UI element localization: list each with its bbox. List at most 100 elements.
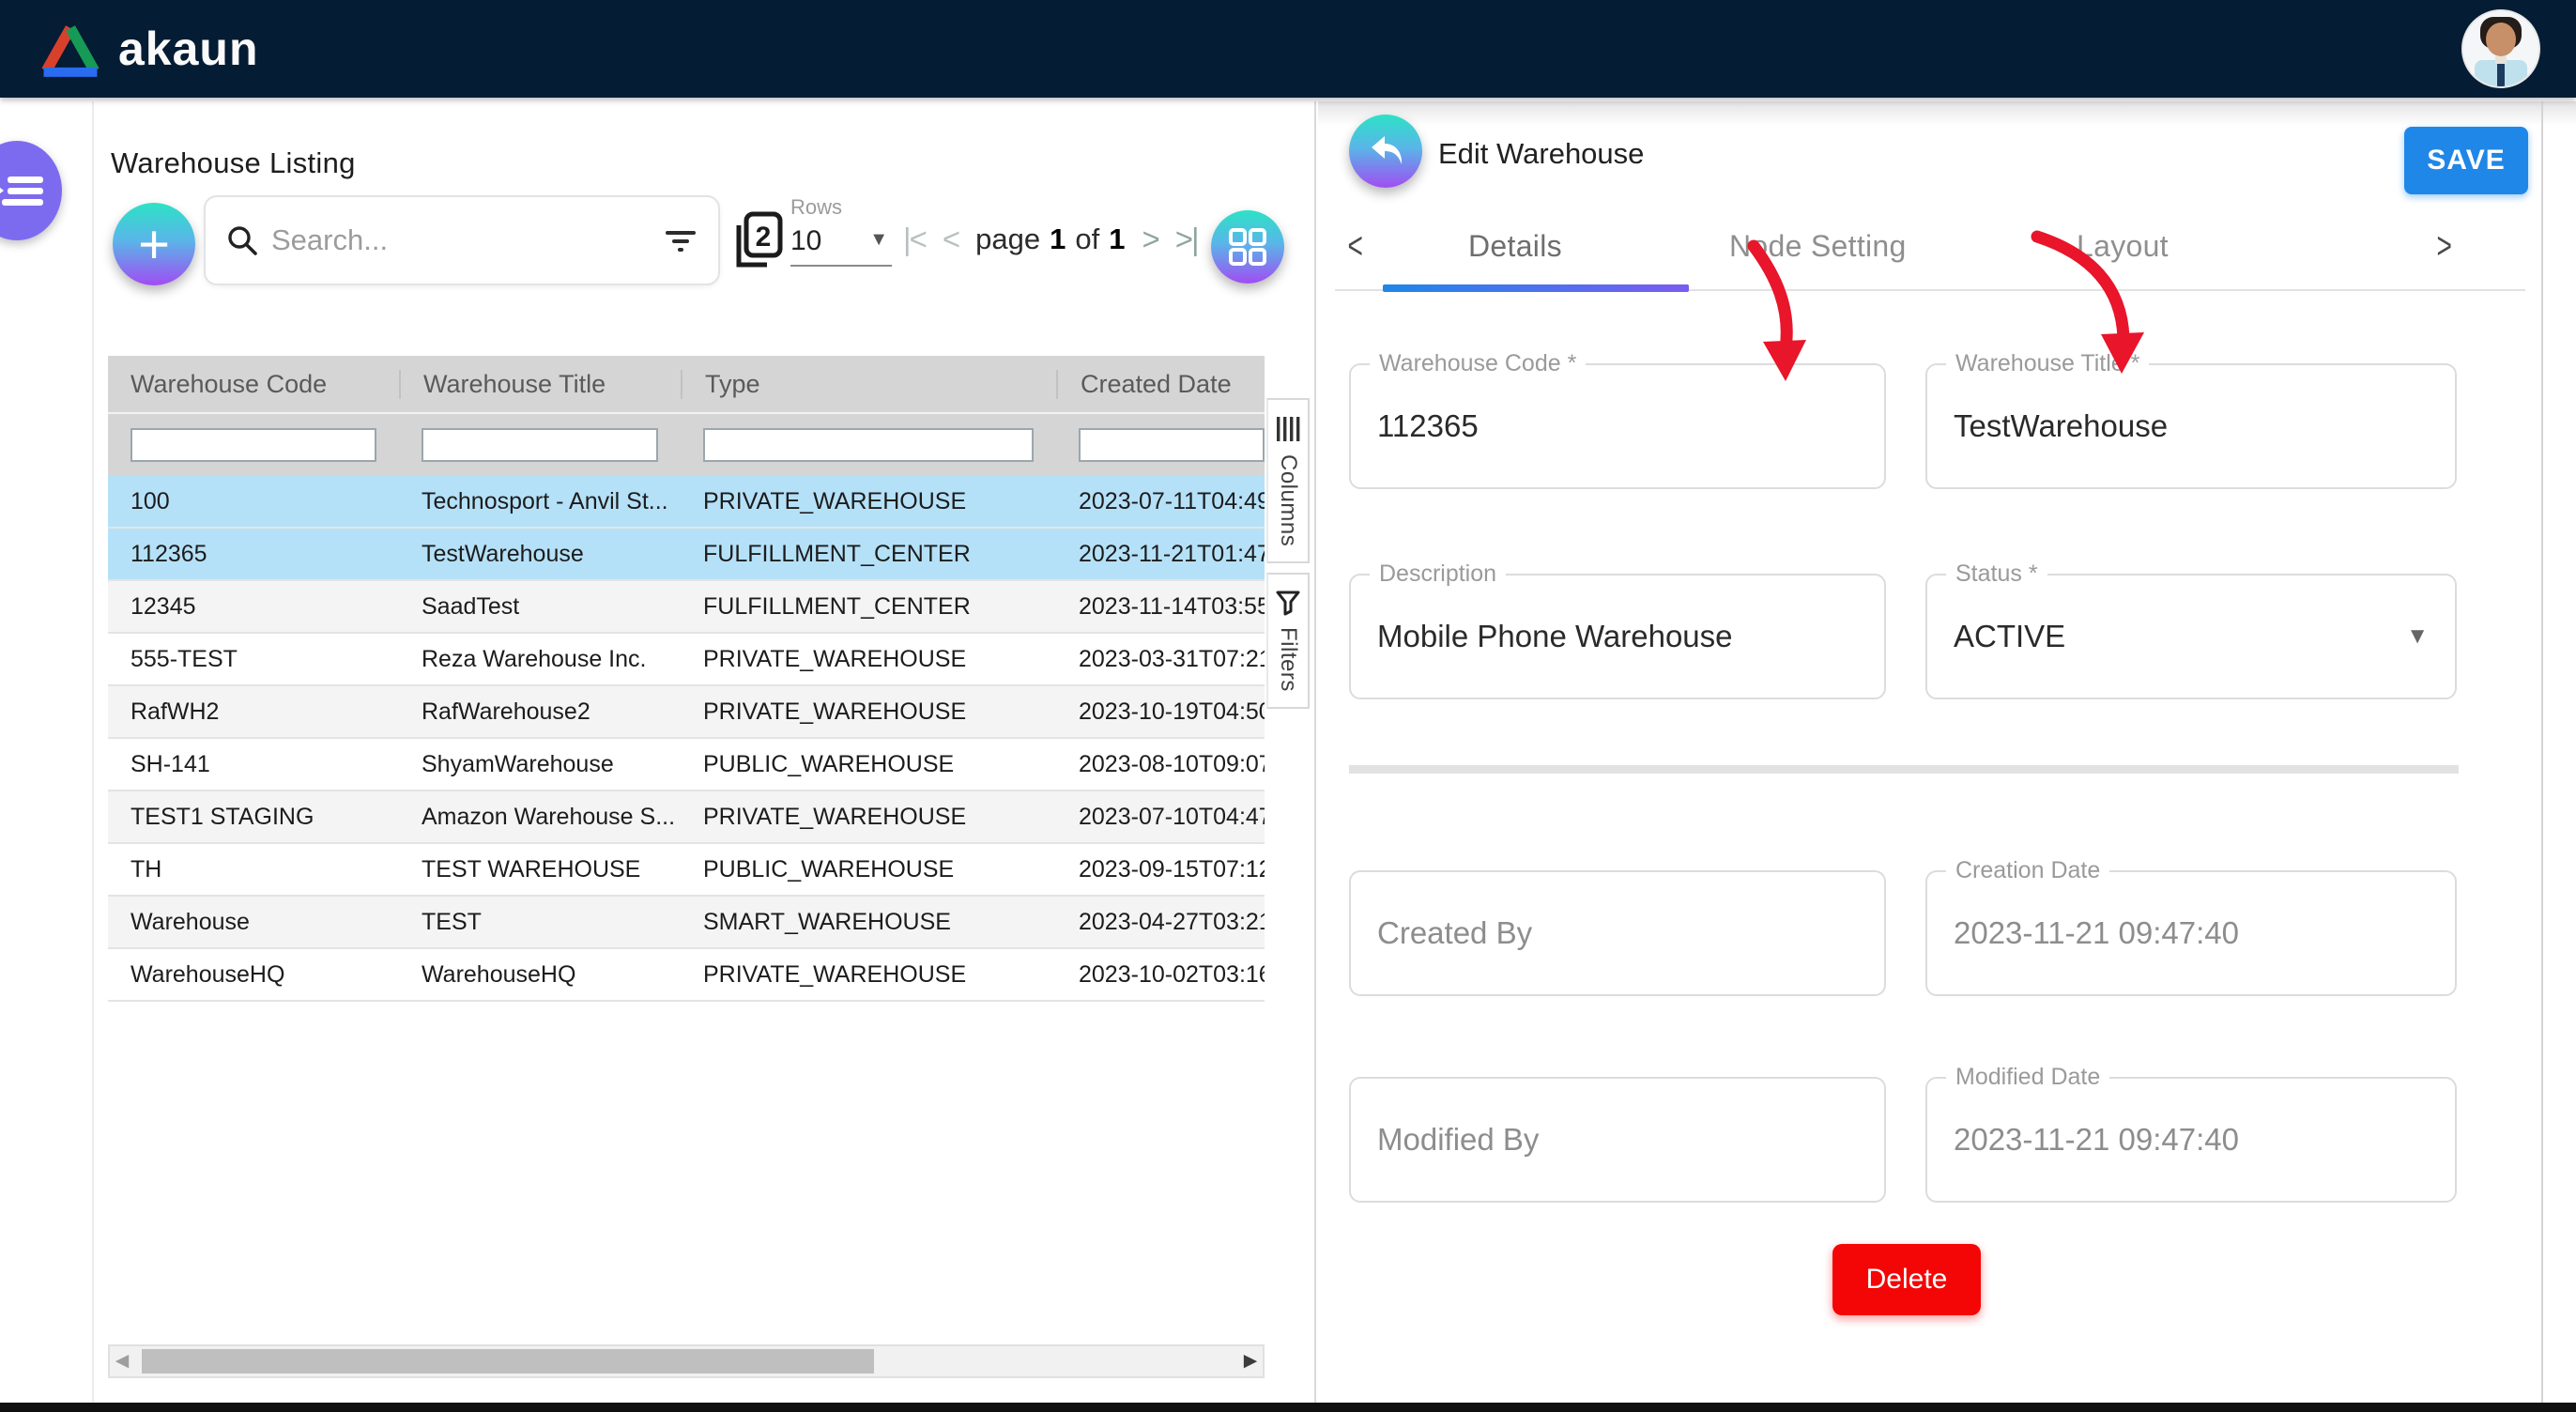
status-value: ACTIVE (1954, 619, 2065, 654)
status-select[interactable]: Status * ACTIVE ▼ (1925, 574, 2457, 699)
table-row[interactable]: 12345SaadTestFULFILLMENT_CENTER2023-11-1… (108, 581, 1265, 634)
sidebar-toggle-button[interactable] (0, 141, 62, 240)
filter-input-warehouse-code[interactable] (130, 428, 376, 462)
funnel-icon (1275, 590, 1301, 616)
description-field[interactable]: Description Mobile Phone Warehouse (1349, 574, 1886, 699)
column-header-warehouse-code[interactable]: Warehouse Code (108, 370, 399, 399)
prev-page-button[interactable]: < (943, 222, 958, 257)
filter-sort-icon[interactable] (664, 227, 698, 253)
creation-date-value: 2023-11-21 09:47:40 (1954, 915, 2239, 951)
created-by-field[interactable]: Created By (1349, 870, 1886, 996)
total-pages: 1 (1109, 223, 1125, 256)
table-row[interactable]: WarehouseHQWarehouseHQPRIVATE_WAREHOUSE2… (108, 949, 1265, 1002)
cell-created: 2023-07-10T04:47:0 (1056, 804, 1265, 831)
table-horizontal-scrollbar[interactable]: ◄ ► (108, 1344, 1265, 1378)
cell-code: TH (108, 856, 399, 883)
filter-input-warehouse-title[interactable] (422, 428, 658, 462)
add-warehouse-button[interactable]: + (113, 203, 195, 285)
delete-button[interactable]: Delete (1832, 1244, 1981, 1315)
warehouse-code-value: 112365 (1377, 408, 1479, 444)
column-header-created-date[interactable]: Created Date (1056, 370, 1265, 399)
filter-input-created-date[interactable] (1079, 428, 1265, 462)
column-header-warehouse-title[interactable]: Warehouse Title (399, 370, 681, 399)
first-page-button[interactable]: |< (903, 222, 926, 257)
editor-title: Edit Warehouse (1438, 137, 1644, 171)
columns-tab[interactable]: Columns (1266, 398, 1310, 563)
warehouse-title-label: Warehouse Title * (1946, 350, 2149, 377)
cell-code: TEST1 STAGING (108, 804, 399, 831)
tab-details[interactable]: Details (1468, 229, 1562, 264)
description-value: Mobile Phone Warehouse (1377, 619, 1733, 654)
cell-created: 2023-04-27T03:21:0 (1056, 909, 1265, 936)
cell-created: 2023-03-31T07:21:3 (1056, 646, 1265, 673)
cell-type: PRIVATE_WAREHOUSE (681, 488, 1056, 515)
table-row[interactable]: RafWH2RafWarehouse2PRIVATE_WAREHOUSE2023… (108, 686, 1265, 739)
table-row[interactable]: SH-141ShyamWarehousePUBLIC_WAREHOUSE2023… (108, 739, 1265, 791)
warehouse-title-field[interactable]: Warehouse Title * TestWarehouse (1925, 363, 2457, 489)
cell-title: Amazon Warehouse S... (399, 804, 681, 831)
warehouse-code-field[interactable]: Warehouse Code * 112365 (1349, 363, 1886, 489)
cell-type: SMART_WAREHOUSE (681, 909, 1056, 936)
cell-code: 12345 (108, 593, 399, 621)
cell-code: WarehouseHQ (108, 961, 399, 989)
warehouse-title-value: TestWarehouse (1954, 408, 2168, 444)
warehouse-code-label: Warehouse Code * (1370, 350, 1586, 377)
cell-type: FULFILLMENT_CENTER (681, 541, 1056, 568)
cell-title: TestWarehouse (399, 541, 681, 568)
rows-per-page-select[interactable]: Rows 10 ▼ (790, 195, 892, 257)
top-navbar: akaun (0, 0, 2576, 98)
cell-created: 2023-11-21T01:47:4 (1056, 541, 1265, 568)
current-page: 1 (1050, 223, 1066, 256)
filters-tab[interactable]: Filters (1266, 573, 1310, 709)
table-filter-row (108, 414, 1265, 476)
chevron-down-icon: ▼ (869, 229, 888, 251)
modified-date-value: 2023-11-21 09:47:40 (1954, 1122, 2239, 1158)
description-label: Description (1370, 560, 1506, 588)
table-body: 100Technosport - Anvil St...PRIVATE_WARE… (108, 476, 1265, 1002)
pagination: |< < page 1 of 1 > >| (903, 222, 1198, 257)
tabs-scroll-left-icon[interactable]: < (1348, 225, 1363, 268)
column-header-type[interactable]: Type (681, 370, 1056, 399)
table-row[interactable]: 112365TestWarehouseFULFILLMENT_CENTER202… (108, 529, 1265, 581)
brand-logo[interactable]: akaun (36, 19, 259, 79)
modified-date-field[interactable]: Modified Date 2023-11-21 09:47:40 (1925, 1077, 2457, 1203)
cell-created: 2023-11-14T03:55:2 (1056, 593, 1265, 621)
grid-icon (1228, 227, 1267, 267)
scroll-right-arrow-icon[interactable]: ► (1238, 1348, 1263, 1374)
tabs-scroll-right-icon[interactable]: > (2437, 225, 2452, 268)
editor-tabs: < Details Node Setting Layout > (1318, 212, 2538, 285)
scrollbar-thumb[interactable] (142, 1349, 874, 1374)
back-button[interactable] (1349, 115, 1422, 188)
scroll-left-arrow-icon[interactable]: ◄ (110, 1348, 134, 1374)
modified-by-field[interactable]: Modified By (1349, 1077, 1886, 1203)
table-row[interactable]: 555-TESTReza Warehouse Inc.PRIVATE_WAREH… (108, 634, 1265, 686)
user-avatar[interactable] (2461, 9, 2540, 88)
grid-view-button[interactable] (1211, 210, 1284, 284)
tab-node-setting[interactable]: Node Setting (1729, 229, 1907, 264)
search-input[interactable] (271, 223, 651, 257)
table-row[interactable]: WarehouseTESTSMART_WAREHOUSE2023-04-27T0… (108, 897, 1265, 949)
filter-input-type[interactable] (703, 428, 1034, 462)
save-button[interactable]: SAVE (2404, 127, 2528, 194)
creation-date-label: Creation Date (1946, 857, 2109, 884)
cell-code: RafWH2 (108, 698, 399, 726)
table-row[interactable]: THTEST WAREHOUSEPUBLIC_WAREHOUSE2023-09-… (108, 844, 1265, 897)
table-side-tabs: Columns Filters (1266, 398, 1310, 709)
modified-date-label: Modified Date (1946, 1064, 2109, 1091)
creation-date-field[interactable]: Creation Date 2023-11-21 09:47:40 (1925, 870, 2457, 996)
pages-count-icon[interactable]: 2 (729, 210, 786, 270)
last-page-button[interactable]: >| (1175, 222, 1198, 257)
status-label: Status * (1946, 560, 2047, 588)
cell-title: WarehouseHQ (399, 961, 681, 989)
search-box (204, 195, 720, 285)
modified-by-placeholder: Modified By (1377, 1122, 1539, 1158)
avatar-photo-icon (2463, 11, 2538, 86)
table-row[interactable]: TEST1 STAGINGAmazon Warehouse S...PRIVAT… (108, 791, 1265, 844)
next-page-button[interactable]: > (1142, 222, 1158, 257)
tab-layout[interactable]: Layout (2077, 229, 2169, 264)
panel-scrollbar-track[interactable] (2541, 101, 2543, 1404)
cell-code: 100 (108, 488, 399, 515)
table-row[interactable]: 100Technosport - Anvil St...PRIVATE_WARE… (108, 476, 1265, 529)
brand-name: akaun (118, 22, 259, 76)
cell-created: 2023-10-02T03:16:2 (1056, 961, 1265, 989)
